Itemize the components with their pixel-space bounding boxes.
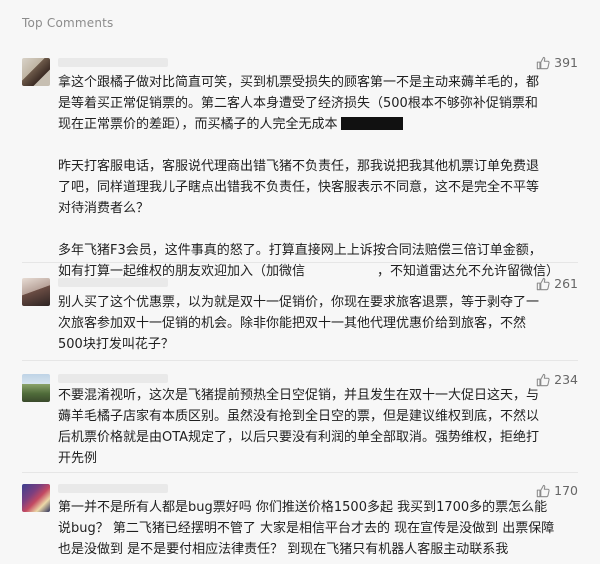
comment-line: 现在正常票价的差距），而买橘子的人完全无成本 <box>58 114 578 135</box>
comment-text: 别人买了这个优惠票，以为就是双十一促销价，你现在要求旅客退票，等于剥夺了一 次旅… <box>58 292 578 355</box>
comment-line: 拿这个跟橘子做对比简直可笑，买到机票受损失的顾客第一不是主动来薅羊毛的，都 <box>58 75 540 90</box>
like-button[interactable]: 170 <box>536 483 578 498</box>
like-count: 261 <box>554 276 578 291</box>
comment-line: 多年飞猪F3会员，这件事真的怒了。打算直接网上上诉按合同法赔偿三倍订单金额， <box>58 243 542 258</box>
comment-line: 昨天打客服电话，客服说代理商出错飞猪不负责任，那我说把我其他机票订单免费退 <box>58 159 540 174</box>
comment-line: 500块打发叫花子？ <box>58 337 174 352</box>
username-placeholder[interactable] <box>58 374 168 383</box>
username-placeholder[interactable] <box>58 278 168 287</box>
like-button[interactable]: 391 <box>536 55 578 70</box>
comment-line: 对待消费者么？ <box>58 201 150 216</box>
avatar[interactable] <box>22 374 50 402</box>
comment-2: 261 别人买了这个优惠票，以为就是双十一促销价，你现在要求旅客退票，等于剥夺了… <box>0 272 600 352</box>
username-placeholder[interactable] <box>58 58 168 67</box>
like-count: 170 <box>554 483 578 498</box>
thumbs-up-icon <box>536 56 550 69</box>
avatar[interactable] <box>22 278 50 306</box>
username-placeholder[interactable] <box>58 484 168 493</box>
divider <box>22 262 578 263</box>
thumbs-up-icon <box>536 277 550 290</box>
redacted-block <box>340 117 403 130</box>
comment-line: 也是没做到 是不是要付相应法律责任？ 到现在飞猪只有机器人客服主动联系我 <box>58 542 509 557</box>
comment-line: 不要混淆视听，这次是飞猪提前预热全日空促销，并且发生在双十一大促日这天，与 <box>58 388 540 403</box>
comment-line: 薅羊毛橘子店家有本质区别。虽然没有抢到全日空的票，但是建议维权到底，不然以 <box>58 409 540 424</box>
comment-line: 开先例 <box>58 451 98 466</box>
comment-text: 拿这个跟橘子做对比简直可笑，买到机票受损失的顾客第一不是主动来薅羊毛的，都 是等… <box>58 72 578 282</box>
comment-4: 170 第一并不是所有人都是bug票好吗 你们推送价格1500多起 我买到170… <box>0 480 600 564</box>
thumbs-up-icon <box>536 484 550 497</box>
comment-line: 后机票价格就是由OTA规定了，以后只要没有利润的单全部取消。强势维权，拒绝打 <box>58 430 540 445</box>
section-title: Top Comments <box>22 16 114 30</box>
comment-3: 234 不要混淆视听，这次是飞猪提前预热全日空促销，并且发生在双十一大促日这天，… <box>0 368 600 468</box>
comment-text: 不要混淆视听，这次是飞猪提前预热全日空促销，并且发生在双十一大促日这天，与 薅羊… <box>58 385 578 469</box>
avatar[interactable] <box>22 484 50 512</box>
like-button[interactable]: 261 <box>536 276 578 291</box>
comment-line: 说bug？ 第二飞猪已经摆明不管了 大家是相信平台才去的 现在宣传是没做到 出票… <box>58 521 555 536</box>
comment-line: 第一并不是所有人都是bug票好吗 你们推送价格1500多起 我买到1700多的票… <box>58 500 548 515</box>
like-count: 391 <box>554 55 578 70</box>
divider <box>22 472 578 473</box>
comment-line: 别人买了这个优惠票，以为就是双十一促销价，你现在要求旅客退票，等于剥夺了一 <box>58 295 540 310</box>
comment-text: 第一并不是所有人都是bug票好吗 你们推送价格1500多起 我买到1700多的票… <box>58 497 578 560</box>
avatar[interactable] <box>22 58 50 86</box>
comment-line: 了吧，同样道理我儿子瞎点出错我不负责任，快客服表示不同意，这不是完全不平等 <box>58 180 540 195</box>
comment-line: 是等着买正常促销票的。第二客人本身遭受了经济损失（500根本不够弥补促销票和 <box>58 96 538 111</box>
comment-line: 次旅客参加双十一促销的机会。除非你能把双十一其他代理优惠价给到旅客，不然 <box>58 316 527 331</box>
comment-1: 391 拿这个跟橘子做对比简直可笑，买到机票受损失的顾客第一不是主动来薅羊毛的，… <box>0 48 600 279</box>
divider <box>22 360 578 361</box>
